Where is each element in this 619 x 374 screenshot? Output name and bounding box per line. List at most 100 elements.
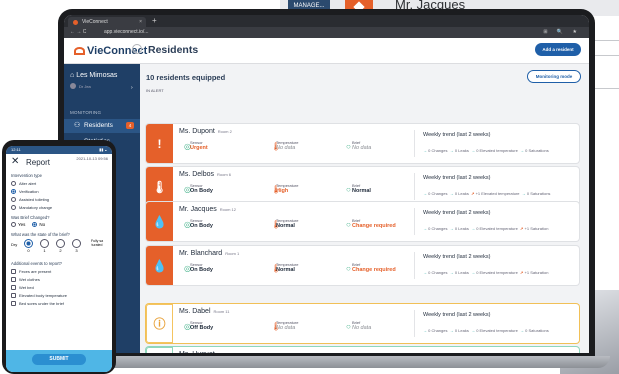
weekly-trend-title: Weekly trend (last 2 weeks) xyxy=(423,132,491,138)
event-label: Feces are present xyxy=(19,268,52,274)
temperature-value: No data xyxy=(276,145,296,151)
favicon-icon xyxy=(73,20,78,25)
resident-name-room[interactable]: Ms. HuguetRoom 3 xyxy=(179,351,232,353)
browser-nav-icons[interactable]: ← → C xyxy=(70,27,86,38)
residents-count: 10 residents equipped xyxy=(146,73,226,82)
trend-flat-icon: → xyxy=(471,270,476,275)
state-option-0[interactable]: 0 xyxy=(24,239,33,253)
resident-name: Mr. Blanchard xyxy=(179,250,223,257)
resident-name-room[interactable]: Mr. Jacques Room 12 xyxy=(179,206,236,213)
brief-value: Change required xyxy=(352,267,396,273)
status-icon: 💧 xyxy=(146,246,173,285)
event-label: Elevated body temperature xyxy=(19,292,68,298)
resident-name: Ms. Delbos xyxy=(179,171,215,178)
brief-state-scale: Dry 0 1 2 3 Fully sa turated xyxy=(11,239,107,257)
yes-option[interactable]: Yes xyxy=(11,222,25,227)
alert-section-label: IN ALERT xyxy=(146,88,164,93)
address-input[interactable]: app.vieconnect.io/... xyxy=(104,28,434,37)
resident-name: Ms. Dupont xyxy=(179,128,215,135)
state-option-1[interactable]: 1 xyxy=(40,239,49,253)
new-tab-button[interactable]: + xyxy=(152,15,157,27)
sidebar-user[interactable]: Dr Jea xyxy=(70,83,91,89)
weekly-trend-values: → 0 Changes → 0 Leaks ↗ +1 Elevated temp… xyxy=(423,191,553,196)
state-option-3[interactable]: 3 xyxy=(72,239,81,253)
resident-card[interactable]: 🌡 Ms. Delbos Room 6 ◎ Sensor On Body 🌡 Temperat… xyxy=(146,167,579,206)
weekly-trend-values: → 0 Changes → 0 Leaks → 0 Elevated tempe… xyxy=(423,226,551,231)
resident-name-room[interactable]: Mr. Blanchard Room 1 xyxy=(179,250,239,257)
laptop-screen: VieConnect × + ← → C app.vieconnect.io/.… xyxy=(64,15,589,353)
resident-name-room[interactable]: Ms. Dabel Room 11 xyxy=(179,308,229,315)
resident-name-room[interactable]: Ms. Dupont Room 2 xyxy=(179,128,232,135)
trend-flat-icon: → xyxy=(471,328,476,333)
header-circle-icon xyxy=(132,44,142,54)
monitoring-mode-button[interactable]: Monitoring mode xyxy=(527,70,581,83)
trend-flat-icon: → xyxy=(471,226,476,231)
submit-button[interactable]: SUBMIT xyxy=(32,354,86,365)
trend-value: 0 Leaks xyxy=(454,148,469,153)
trend-flat-icon: → xyxy=(449,148,454,153)
phone-status-bar: 12:11 ▮▮ ◒ xyxy=(6,146,112,154)
event-checkbox[interactable]: Elevated body temperature xyxy=(11,292,107,298)
event-checkbox[interactable]: Wet clothes xyxy=(11,276,107,282)
resident-card[interactable]: ⓘ Ms. Dabel Room 11 ◎ Sensor Off Body 🌡 Tempera… xyxy=(146,304,579,343)
state-option-2[interactable]: 2 xyxy=(56,239,65,253)
state-value: 3 xyxy=(75,248,78,253)
state-value: 1 xyxy=(43,248,46,253)
phone-frame: 12:11 ▮▮ ◒ ✕ Report 2021-10-13 09:56 Inte… xyxy=(2,140,116,374)
radio-icon xyxy=(11,204,16,210)
intervention-option[interactable]: Assisted toileting xyxy=(11,196,107,202)
state-value: 2 xyxy=(59,248,62,253)
weekly-trend-title: Weekly trend (last 2 weeks) xyxy=(423,210,491,216)
event-label: Wet clothes xyxy=(19,276,40,282)
logo-icon xyxy=(74,47,85,55)
intervention-option[interactable]: Mandatory change xyxy=(11,204,107,210)
yes-label: Yes xyxy=(18,222,26,227)
trend-flat-icon: → xyxy=(520,148,525,153)
sensor-value: Off Body xyxy=(190,325,214,331)
person-icon: ⚇ xyxy=(74,122,81,129)
tab-close-icon[interactable]: × xyxy=(139,17,142,27)
close-icon[interactable]: ✕ xyxy=(11,156,19,167)
dry-label: Dry xyxy=(11,242,18,247)
sidebar-facility[interactable]: ⌂ Les Mimosas xyxy=(70,72,117,79)
trend-value: 0 Changes xyxy=(428,148,448,153)
no-label: No xyxy=(39,222,46,227)
event-checkbox[interactable]: Wet bed xyxy=(11,284,107,290)
browser-tab-bar: VieConnect × + xyxy=(64,15,589,27)
trend-flat-icon: → xyxy=(423,270,427,275)
resident-card[interactable]: 💧 Mr. Jacques Room 12 ◎ Sensor On Body 🌡 Temper… xyxy=(146,202,579,241)
status-icon: ⓘ xyxy=(146,304,173,343)
avatar xyxy=(70,83,76,89)
brief-changed-options: Yes No xyxy=(11,222,107,227)
trend-value: 0 Elevated temperature xyxy=(476,148,518,153)
intervention-option[interactable]: Verification xyxy=(11,188,107,194)
trend-flat-icon: → xyxy=(520,328,525,333)
browser-extension-icons[interactable]: ⊞ 🔍 ★ xyxy=(543,27,581,38)
brief-value: Normal xyxy=(352,188,371,194)
resident-card[interactable]: ! Ms. Dupont Room 2 ◎ Sensor Urgent 🌡 Temperatu… xyxy=(146,124,579,163)
event-checkbox[interactable]: Bed sores under the brief xyxy=(11,300,107,306)
weekly-trend-title: Weekly trend (last 2 weeks) xyxy=(423,175,491,181)
resident-card[interactable]: 💧 Mr. Blanchard Room 1 ◎ Sensor On Body 🌡 Tempe… xyxy=(146,246,579,285)
brief-icon: ○ xyxy=(346,219,351,229)
trend-value: 0 Elevated temperature xyxy=(476,328,518,333)
sidebar-item-residents[interactable]: ⚇ Residents 4 xyxy=(64,119,140,133)
room-label: Room 12 xyxy=(219,207,236,212)
chevron-right-icon[interactable]: › xyxy=(131,85,133,91)
brief-value: No data xyxy=(352,325,372,331)
resident-name-room[interactable]: Ms. Delbos Room 6 xyxy=(179,171,231,178)
browser-tab[interactable]: VieConnect × xyxy=(68,17,146,27)
trend-flat-icon: → xyxy=(449,226,454,231)
trend-value: 0 Saturations xyxy=(525,328,549,333)
resident-name: Mr. Jacques xyxy=(179,206,217,213)
status-icon: ◊ xyxy=(146,347,173,353)
intervention-option[interactable]: Alter alert xyxy=(11,180,107,186)
intervention-label: Verification xyxy=(19,188,39,194)
no-option[interactable]: No xyxy=(32,222,45,227)
resident-card[interactable]: ◊Ms. HuguetRoom 3SensorTemperature xyxy=(146,347,579,353)
add-resident-button[interactable]: Add a resident xyxy=(535,43,581,56)
event-checkbox[interactable]: Feces are present xyxy=(11,268,107,274)
radio-icon xyxy=(72,239,81,248)
trend-flat-icon: → xyxy=(423,226,427,231)
divider xyxy=(414,130,415,157)
